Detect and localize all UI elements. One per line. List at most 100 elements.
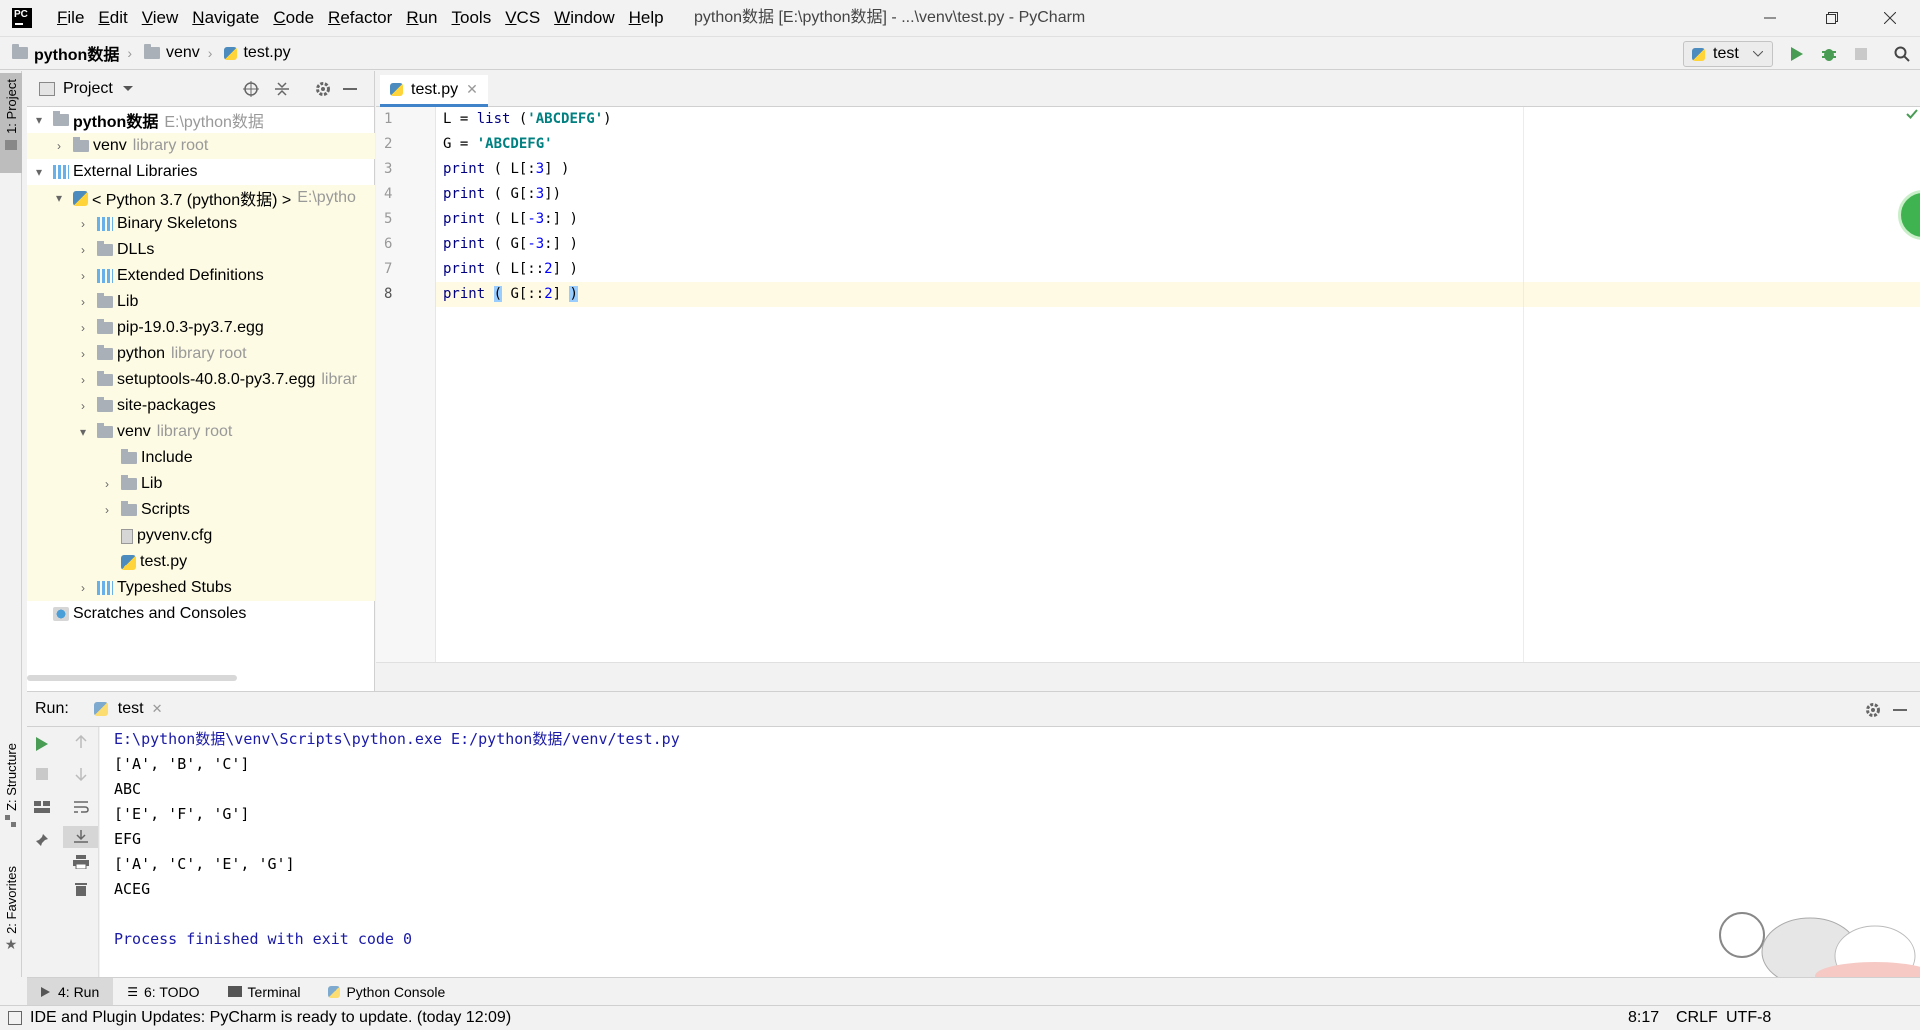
- collapse-all-button[interactable]: [273, 80, 291, 98]
- tree-item-pip-egg[interactable]: › pip-19.0.3-py3.7.egg: [27, 315, 375, 341]
- tree-item-typeshed-stubs[interactable]: › Typeshed Stubs: [27, 575, 375, 601]
- tab-todo[interactable]: ☰ 6: TODO: [113, 978, 213, 1006]
- python-icon: [93, 702, 108, 716]
- menu-vcs[interactable]: VCS: [498, 0, 547, 36]
- file-encoding[interactable]: UTF-8: [1726, 1009, 1771, 1027]
- code-line-5: print ( L[-3:] ): [443, 211, 578, 227]
- close-icon: [1884, 12, 1896, 24]
- menu-run[interactable]: Run: [399, 0, 444, 36]
- debug-button[interactable]: [1818, 43, 1840, 65]
- close-icon[interactable]: ✕: [466, 81, 478, 98]
- tree-item-dlls[interactable]: › DLLs: [27, 237, 375, 263]
- hide-panel-button[interactable]: [341, 80, 359, 98]
- restore-layout-button[interactable]: [27, 801, 57, 813]
- menu-window[interactable]: Window: [547, 0, 621, 36]
- code-line-7: print ( L[::2] ): [443, 261, 578, 277]
- rerun-button[interactable]: [27, 737, 57, 751]
- line-separator[interactable]: CRLF: [1676, 1009, 1718, 1027]
- minimize-icon[interactable]: [1893, 709, 1907, 711]
- tree-item-pyvenv-cfg[interactable]: pyvenv.cfg: [27, 523, 375, 549]
- scroll-up-button[interactable]: [63, 735, 98, 749]
- breadcrumb-file[interactable]: test.py: [212, 44, 291, 62]
- restore-button[interactable]: [1802, 0, 1862, 36]
- library-icon: [97, 269, 113, 283]
- run-console[interactable]: E:\python数据\venv\Scripts\python.exe E:/p…: [100, 727, 1920, 977]
- pin-tab-button[interactable]: [27, 833, 57, 847]
- menu-tools[interactable]: Tools: [445, 0, 499, 36]
- chevron-right-icon: ›: [105, 503, 109, 517]
- structure-tool-tab[interactable]: Z: Structure: [0, 743, 22, 858]
- line-number: 4: [384, 186, 393, 202]
- locate-file-button[interactable]: [242, 80, 260, 98]
- project-panel-title[interactable]: Project: [63, 80, 113, 98]
- menu-refactor[interactable]: Refactor: [321, 0, 399, 36]
- run-tab-test[interactable]: test ✕: [93, 700, 163, 718]
- tab-terminal[interactable]: Terminal: [214, 978, 315, 1006]
- folder-icon: [12, 44, 28, 59]
- status-message[interactable]: IDE and Plugin Updates: PyCharm is ready…: [30, 1009, 511, 1027]
- chevron-right-icon: ›: [81, 217, 85, 231]
- code-editor[interactable]: L = list ('ABCDEFG') G = 'ABCDEFG' print…: [436, 107, 1920, 662]
- scroll-to-end-button[interactable]: [63, 826, 98, 848]
- breadcrumb-project[interactable]: python数据 ›: [0, 41, 132, 65]
- clear-console-button[interactable]: [63, 882, 98, 896]
- scroll-down-button[interactable]: [63, 767, 98, 781]
- breadcrumb-venv[interactable]: venv ›: [132, 44, 212, 62]
- tree-item-hint: librar: [321, 371, 357, 388]
- tree-item-venv[interactable]: › venv library root: [27, 133, 375, 159]
- tree-item-venv-lib[interactable]: ▾ venv library root: [27, 419, 375, 445]
- settings-button[interactable]: [314, 80, 332, 98]
- play-icon: [1791, 47, 1803, 61]
- menu-view[interactable]: View: [135, 0, 186, 36]
- search-button[interactable]: [1891, 43, 1913, 65]
- chevron-down-icon: ▾: [55, 191, 63, 205]
- favorites-tool-tab[interactable]: 2: Favorites ★: [0, 866, 22, 976]
- library-icon: [53, 165, 69, 179]
- tab-python-console[interactable]: Python Console: [314, 978, 459, 1006]
- tree-item-test-py[interactable]: test.py: [27, 549, 375, 575]
- close-button[interactable]: [1860, 0, 1920, 36]
- print-button[interactable]: [63, 855, 98, 869]
- caret-position[interactable]: 8:17: [1628, 1009, 1659, 1027]
- minimize-button[interactable]: [1740, 0, 1800, 36]
- tree-item-site-packages[interactable]: › site-packages: [27, 393, 375, 419]
- chevron-down-icon[interactable]: [122, 85, 133, 92]
- console-output-line: ['A', 'C', 'E', 'G']: [114, 855, 295, 873]
- menu-file[interactable]: File: [50, 0, 91, 36]
- checkmark-icon: [1906, 109, 1918, 119]
- stop-button[interactable]: [27, 768, 57, 780]
- close-icon[interactable]: ✕: [152, 701, 163, 717]
- menu-code[interactable]: Code: [266, 0, 321, 36]
- tree-item-binary-skeletons[interactable]: › Binary Skeletons: [27, 211, 375, 237]
- menu-edit[interactable]: Edit: [91, 0, 134, 36]
- gear-icon[interactable]: [1865, 702, 1881, 718]
- tree-item-scratches[interactable]: Scratches and Consoles: [27, 601, 375, 627]
- chevron-right-icon: ›: [81, 373, 85, 387]
- menu-help[interactable]: Help: [622, 0, 671, 36]
- chevron-right-icon: ›: [81, 399, 85, 413]
- tree-item-venv-lib-folder[interactable]: › Lib: [27, 471, 375, 497]
- soft-wrap-button[interactable]: [63, 800, 98, 814]
- tab-test-py[interactable]: test.py ✕: [380, 75, 488, 107]
- horizontal-scrollbar[interactable]: [27, 675, 237, 681]
- tree-item-extended-definitions[interactable]: › Extended Definitions: [27, 263, 375, 289]
- tree-item-setuptools-egg[interactable]: › setuptools-40.8.0-py3.7.egg librar: [27, 367, 375, 393]
- tree-item-lib[interactable]: › Lib: [27, 289, 375, 315]
- tree-item-label: pip-19.0.3-py3.7.egg: [117, 319, 264, 336]
- tree-item-label: python数据: [73, 114, 159, 131]
- tab-run[interactable]: 4: Run: [27, 977, 114, 1006]
- run-configuration-select[interactable]: test: [1683, 41, 1773, 67]
- stop-button[interactable]: [1850, 43, 1872, 65]
- tree-item-project-root[interactable]: ▾ python数据 E:\python数据: [27, 107, 375, 133]
- project-tool-tab[interactable]: 1: Project: [0, 73, 22, 173]
- tree-item-python-sdk[interactable]: ▾ < Python 3.7 (python数据) > E:\pytho: [27, 185, 375, 211]
- tree-item-python[interactable]: › python library root: [27, 341, 375, 367]
- run-button[interactable]: [1786, 43, 1808, 65]
- tree-item-label: pyvenv.cfg: [137, 527, 213, 544]
- tree-item-external-libraries[interactable]: ▾ External Libraries: [27, 159, 375, 185]
- menu-navigate[interactable]: Navigate: [185, 0, 266, 36]
- tree-item-scripts[interactable]: › Scripts: [27, 497, 375, 523]
- tree-item-include[interactable]: Include: [27, 445, 375, 471]
- event-log-icon[interactable]: [8, 1011, 22, 1025]
- status-bar: IDE and Plugin Updates: PyCharm is ready…: [0, 1005, 1920, 1030]
